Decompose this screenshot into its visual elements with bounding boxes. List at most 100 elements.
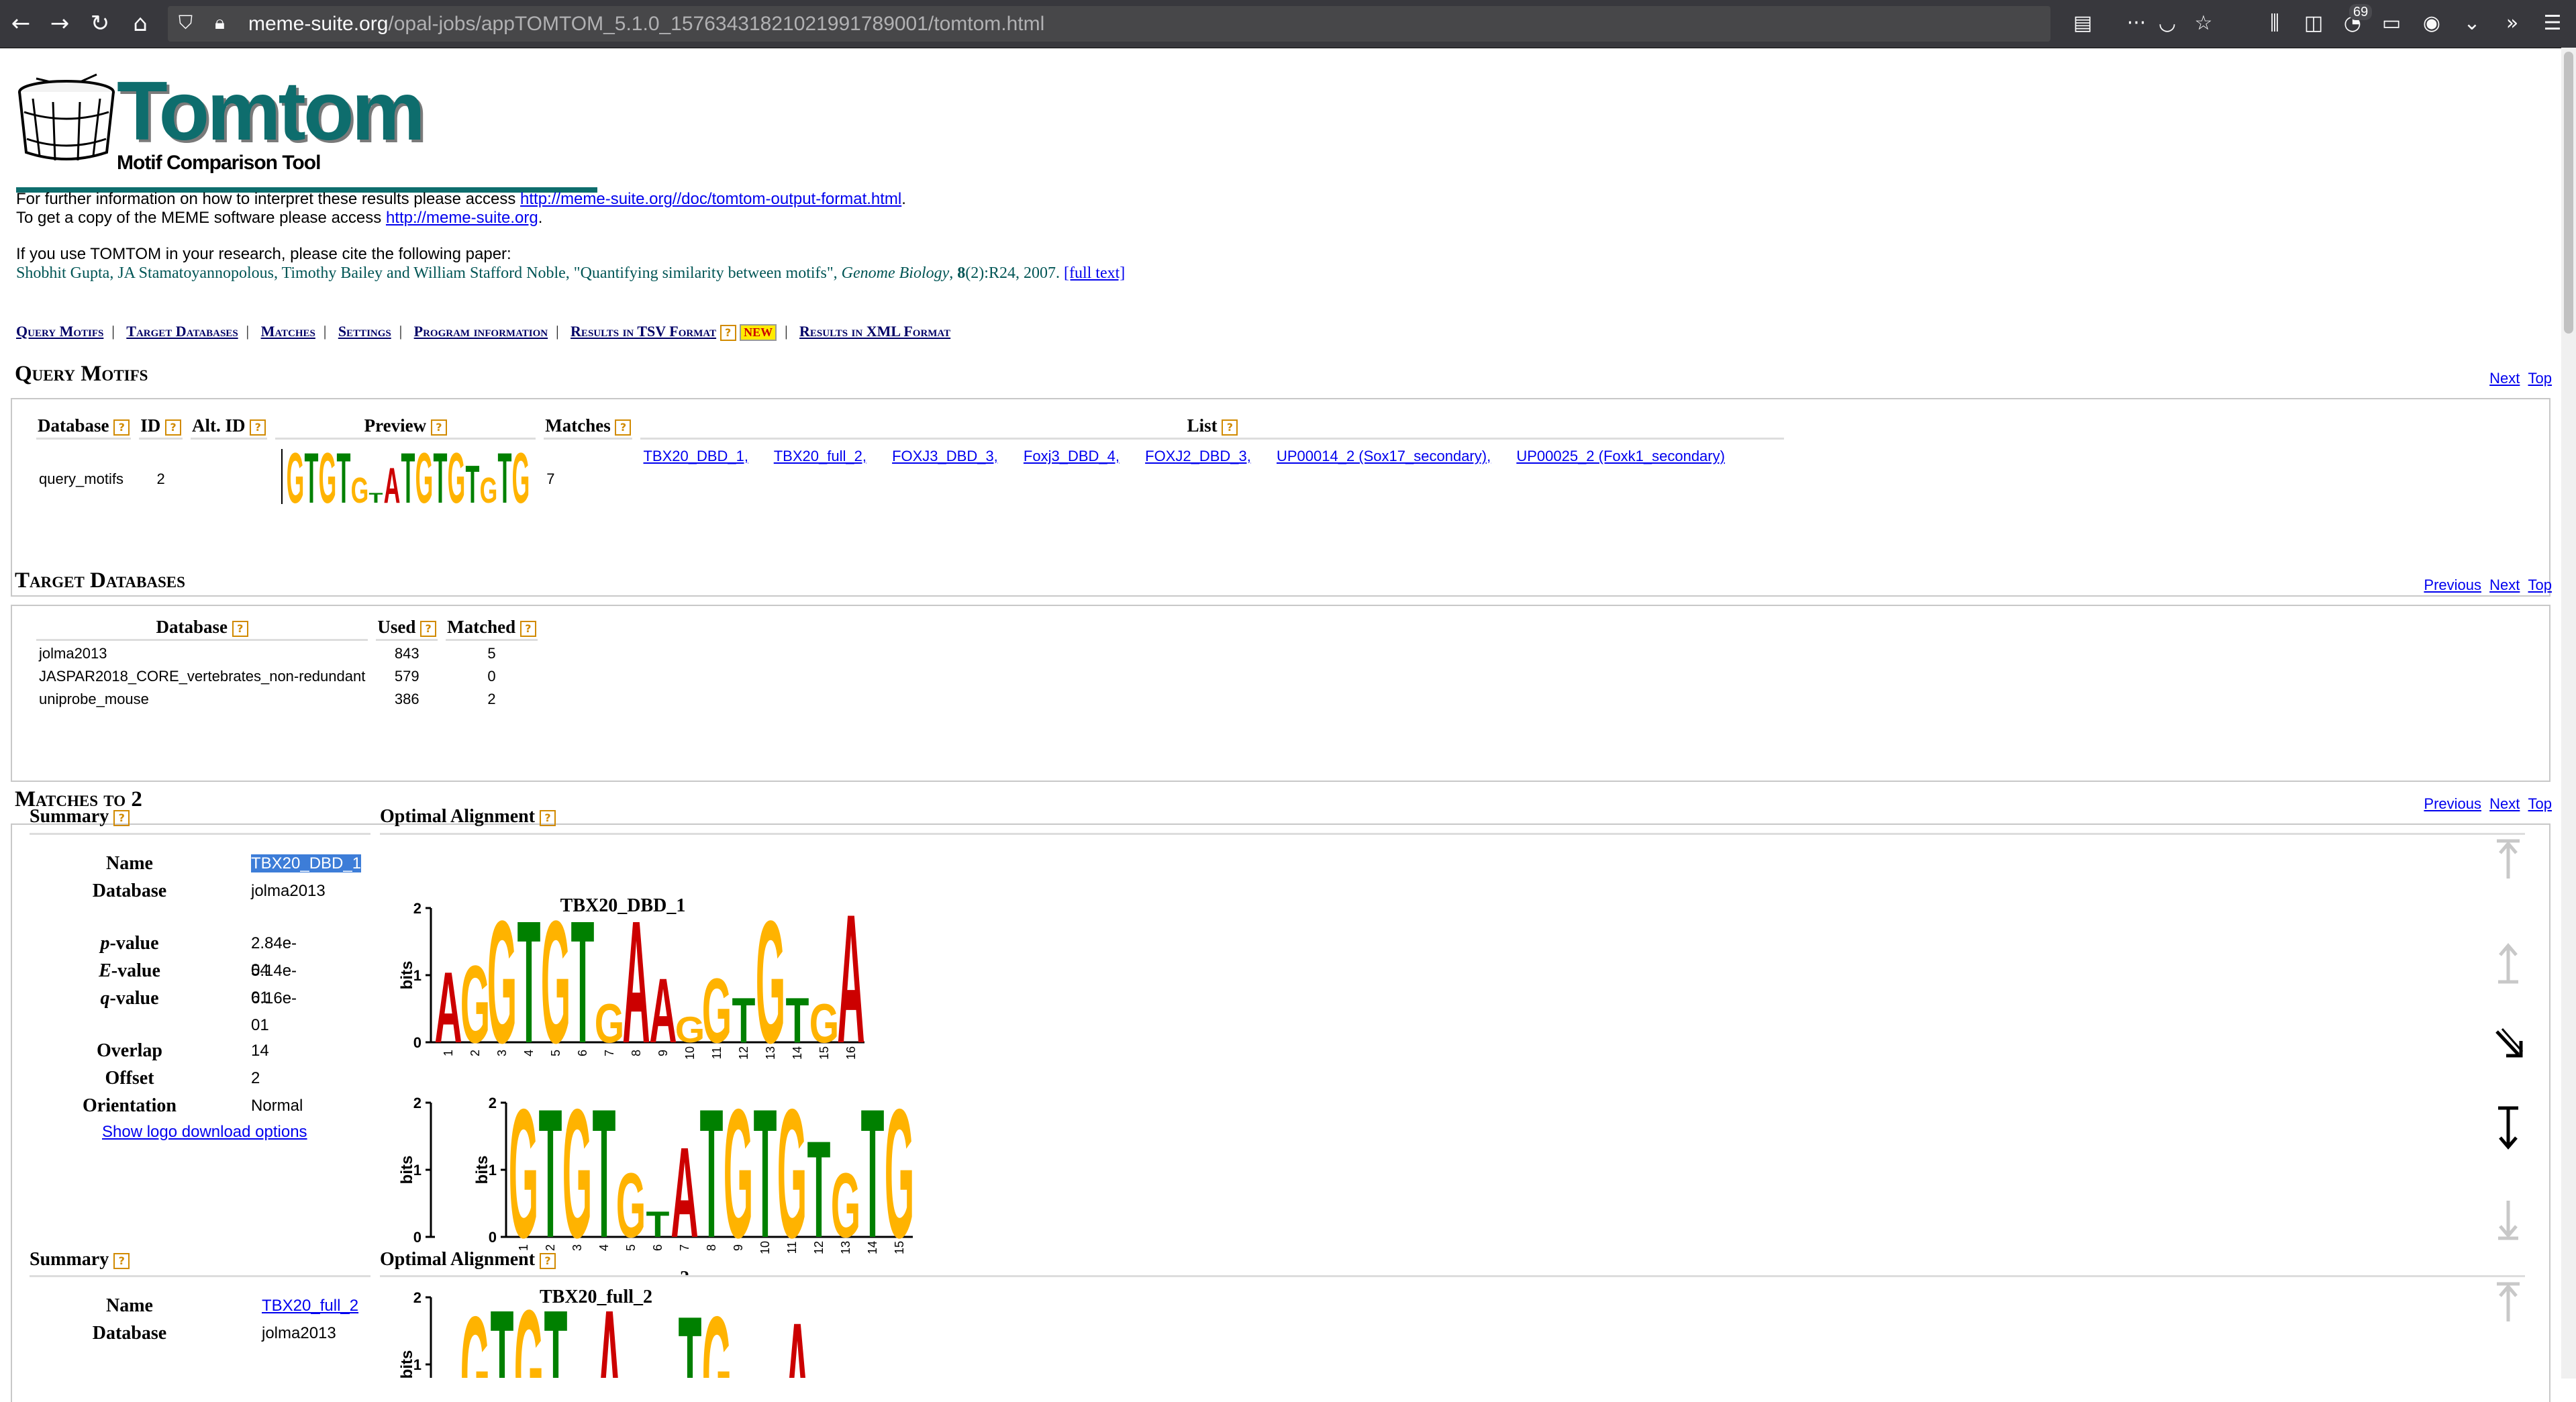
col-used-label: Used [377, 617, 416, 637]
help-icon[interactable]: ? [232, 620, 248, 637]
show-download-options-link[interactable]: Show logo download options [102, 1119, 307, 1146]
move-down-arrow-icon[interactable] [2491, 1195, 2525, 1242]
preview-letter: G [480, 470, 498, 511]
move-up-arrow-icon[interactable] [2491, 940, 2525, 987]
target-motif-logo[interactable]: 012bits A1 G2 G3 T4 G5 T6 G7 A8 A9G10 G11 T12 G13 T14… [389, 840, 1074, 1068]
help-icon[interactable]: ? [1222, 419, 1238, 436]
back-icon[interactable]: ← [5, 8, 36, 39]
next-link[interactable]: Next [2489, 795, 2520, 812]
citation-authors: Shobhit Gupta, JA Stamatoyannopolous, Ti… [16, 264, 838, 282]
section-links: Query Motifs | Target Databases | Matches |… [16, 323, 950, 342]
preview-letter: T [498, 444, 512, 511]
screenshot-icon[interactable]: ▭ [2376, 8, 2407, 39]
match-name-link[interactable]: TBX20_full_2 [262, 1297, 358, 1315]
account-icon[interactable]: ◉ [2416, 8, 2447, 39]
match-link[interactable]: TBX20_full_2, [774, 448, 866, 464]
link-program-information[interactable]: Program information [414, 323, 548, 340]
move-top-arrow-icon[interactable] [2491, 1280, 2525, 1327]
reload-icon[interactable]: ↻ [85, 8, 115, 39]
help-icon[interactable]: ? [113, 1252, 130, 1269]
match-link[interactable]: Foxj3_DBD_4, [1024, 448, 1120, 464]
help-icon[interactable]: ? [430, 419, 447, 436]
target-databases-table: Database ? Used ? Matched ? jolma2013 84… [28, 614, 546, 712]
logo-position-label: 8 [705, 1244, 718, 1251]
lock-icon[interactable]: 🔒︎ [215, 11, 225, 34]
logo-letter: T [491, 1284, 514, 1378]
help-icon[interactable]: ? [540, 1252, 556, 1269]
db-name: uniprobe_mouse [39, 691, 149, 707]
output-format-link[interactable]: http://meme-suite.org//doc/tomtom-output… [520, 190, 901, 208]
diagonal-arrow-icon[interactable] [2491, 1022, 2525, 1069]
help-icon[interactable]: ? [615, 419, 632, 436]
link-matches[interactable]: Matches [261, 323, 315, 340]
menu-icon[interactable]: ☰ [2537, 8, 2568, 39]
col-used: Used ? [376, 617, 438, 641]
move-top-arrow-icon[interactable] [2491, 837, 2525, 884]
sidebar-icon[interactable]: ◫ [2298, 8, 2329, 39]
link-settings[interactable]: Settings [338, 323, 391, 340]
motif-preview-logo[interactable]: GTGTGTATGTGTGTG [278, 438, 533, 518]
target-databases-panel: Database ? Used ? Matched ? jolma2013 84… [11, 605, 2550, 782]
alignment-label: Optimal Alignment [380, 1249, 536, 1270]
link-tsv-format[interactable]: Results in TSV Format [571, 323, 716, 340]
meme-suite-link[interactable]: http://meme-suite.org [386, 209, 538, 227]
preview-letter: T [305, 444, 319, 511]
help-icon[interactable]: ? [165, 419, 182, 436]
logo-subtitle: Motif Comparison Tool [117, 152, 321, 174]
more-actions-icon[interactable]: ··· [2121, 8, 2152, 39]
link-xml-format[interactable]: Results in XML Format [799, 323, 950, 340]
shield-icon[interactable]: ⛉ [179, 11, 193, 34]
match-link[interactable]: UP00025_2 (Foxk1_secondary) [1516, 448, 1725, 464]
top-link[interactable]: Top [2528, 370, 2552, 387]
top-link[interactable]: Top [2528, 577, 2552, 593]
page-scrollbar[interactable] [2561, 48, 2576, 1379]
help-icon[interactable]: ? [519, 620, 536, 637]
previous-link[interactable]: Previous [2424, 795, 2481, 812]
help-icon[interactable]: ? [250, 419, 266, 436]
logo-letter: G [702, 1284, 732, 1378]
home-icon[interactable]: ⌂ [125, 8, 156, 39]
match-link[interactable]: TBX20_DBD_1, [643, 448, 748, 464]
download-icon[interactable]: ⌄ [2457, 8, 2487, 39]
pocket-icon[interactable]: ◡ [2152, 8, 2183, 39]
link-target-databases[interactable]: Target Databases [126, 323, 238, 340]
move-flip-arrow-icon[interactable] [2491, 1104, 2525, 1151]
top-link[interactable]: Top [2528, 795, 2552, 812]
forward-icon[interactable]: → [44, 8, 75, 39]
table-row: JASPAR2018_CORE_vertebrates_non-redundan… [36, 666, 538, 687]
help-icon[interactable]: ? [540, 809, 556, 826]
next-link[interactable]: Next [2489, 577, 2520, 593]
bookmark-star-icon[interactable]: ☆ [2188, 8, 2219, 39]
preview-letter: G [287, 444, 305, 511]
field-label: Database [92, 881, 167, 901]
match-link[interactable]: UP00014_2 (Sox17_secondary), [1277, 448, 1491, 464]
col-matches: Matches ? [544, 415, 633, 440]
col-database: Database ? [36, 617, 368, 641]
logo-axis-label: bits [398, 1350, 416, 1378]
logo-letter: G [616, 1154, 646, 1257]
col-preview-label: Preview [364, 415, 427, 436]
query-motif-logo[interactable]: 012bits G1 T2 G3 T4 G5T6 A7 T8 G9 T10 G11 T12 G13 T14… [389, 1041, 1114, 1276]
target-motif-logo-2[interactable]: 012bitsAGTGTGAAGTGTGATBX20_full_2 [389, 1284, 1074, 1378]
match-name-selected[interactable]: TBX20_DBD_1 [251, 854, 362, 872]
link-query-motifs[interactable]: Query Motifs [16, 323, 103, 340]
match-link[interactable]: FOXJ3_DBD_3, [892, 448, 998, 464]
full-text-link[interactable]: [full text] [1064, 264, 1125, 282]
help-icon[interactable]: ? [720, 324, 736, 341]
match-link[interactable]: FOXJ2_DBD_3, [1145, 448, 1251, 464]
overflow-icon[interactable]: » [2497, 8, 2528, 39]
logo-letter: A [671, 1121, 698, 1264]
help-icon[interactable]: ? [113, 809, 130, 826]
reader-view-icon[interactable]: ▤ [2067, 8, 2098, 39]
url-text[interactable]: meme-suite.org/opal-jobs/appTOMTOM_5.1.0… [248, 13, 1044, 36]
col-list: List ? [640, 415, 1785, 440]
logo-position-label: 5 [624, 1244, 638, 1251]
next-link[interactable]: Next [2489, 370, 2520, 387]
library-icon[interactable]: ⫼ [2259, 8, 2290, 39]
previous-link[interactable]: Previous [2424, 577, 2481, 593]
scrollbar-thumb[interactable] [2564, 52, 2573, 334]
logo-position-label: 3 [571, 1244, 584, 1251]
help-icon[interactable]: ? [113, 419, 130, 436]
help-icon[interactable]: ? [420, 620, 437, 637]
url-bar[interactable]: ⛉ 🔒︎ meme-suite.org/opal-jobs/appTOMTOM_… [168, 6, 2050, 42]
